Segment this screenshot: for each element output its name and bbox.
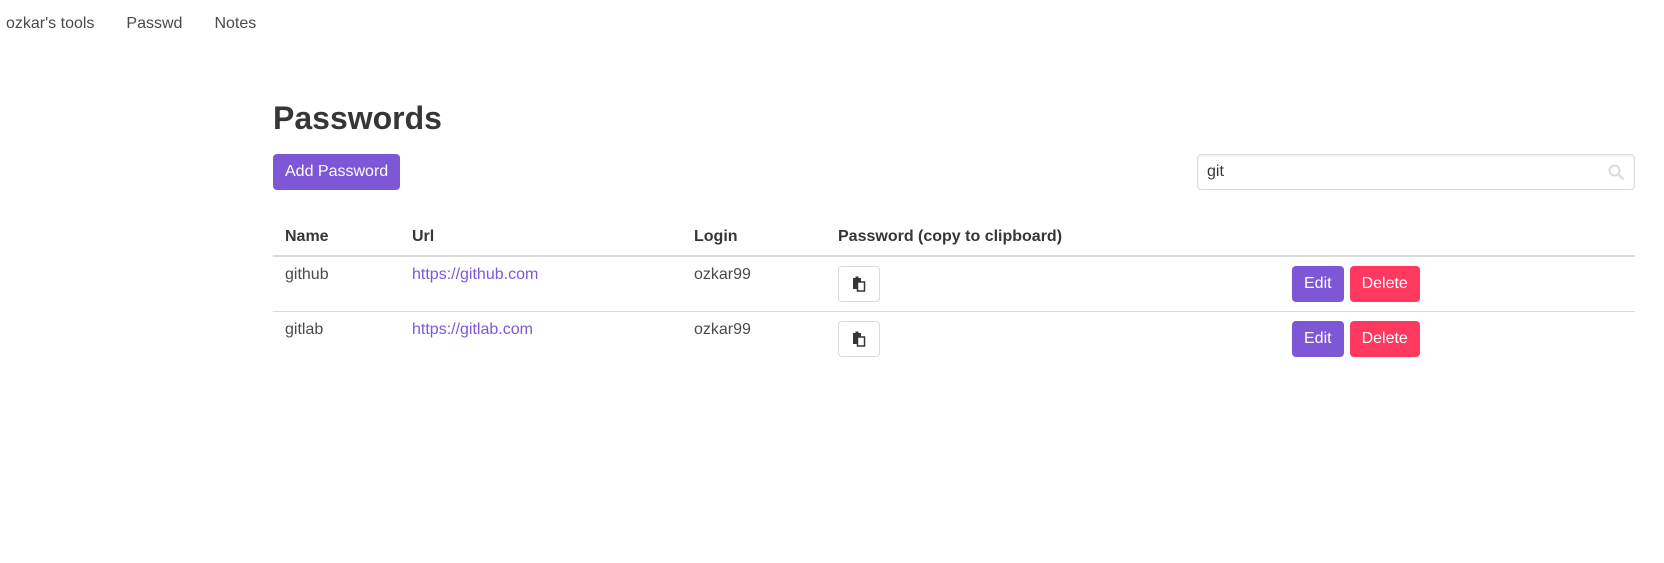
navbar: ozkar's tools Passwd Notes [0, 0, 1664, 48]
edit-button[interactable]: Edit [1292, 321, 1344, 357]
search-box [1197, 154, 1635, 190]
table-row: github https://github.com ozkar99 Edit D… [273, 256, 1635, 312]
row-url: https://github.com [400, 256, 682, 312]
nav-item-passwd[interactable]: Passwd [126, 15, 182, 33]
delete-button[interactable]: Delete [1349, 321, 1420, 357]
page-title: Passwords [273, 100, 442, 136]
clipboard-icon [853, 276, 866, 292]
row-password [826, 256, 1280, 312]
header-login: Login [682, 220, 826, 257]
table-header-row: Name Url Login Password (copy to clipboa… [273, 220, 1635, 257]
search-icon [1608, 164, 1624, 180]
url-link[interactable]: https://github.com [412, 266, 538, 283]
header-name: Name [273, 220, 400, 257]
edit-button[interactable]: Edit [1292, 266, 1344, 302]
row-password [826, 312, 1280, 367]
row-actions: Edit Delete [1280, 256, 1635, 312]
clipboard-icon [853, 331, 866, 347]
row-name: github [273, 256, 400, 312]
table-row: gitlab https://gitlab.com ozkar99 Edit D… [273, 312, 1635, 367]
header-actions [1280, 220, 1635, 257]
delete-button[interactable]: Delete [1349, 266, 1420, 302]
toolbar: Add Password [273, 154, 1635, 190]
search-input[interactable] [1198, 155, 1596, 189]
header-password: Password (copy to clipboard) [826, 220, 1280, 257]
url-link[interactable]: https://gitlab.com [412, 321, 533, 338]
row-login: ozkar99 [682, 256, 826, 312]
passwords-table: Name Url Login Password (copy to clipboa… [273, 220, 1635, 366]
copy-password-button[interactable] [838, 266, 880, 302]
row-name: gitlab [285, 321, 324, 338]
row-actions: Edit Delete [1280, 312, 1635, 367]
main-container: Passwords Add Password Name Url Login Pa… [273, 96, 1635, 366]
nav-brand[interactable]: ozkar's tools [6, 15, 94, 33]
row-login: ozkar99 [694, 321, 751, 338]
row-url: https://gitlab.com [400, 312, 682, 367]
header-url: Url [400, 220, 682, 257]
nav-item-notes[interactable]: Notes [214, 15, 256, 33]
copy-password-button[interactable] [838, 321, 880, 357]
add-password-button[interactable]: Add Password [273, 154, 401, 190]
